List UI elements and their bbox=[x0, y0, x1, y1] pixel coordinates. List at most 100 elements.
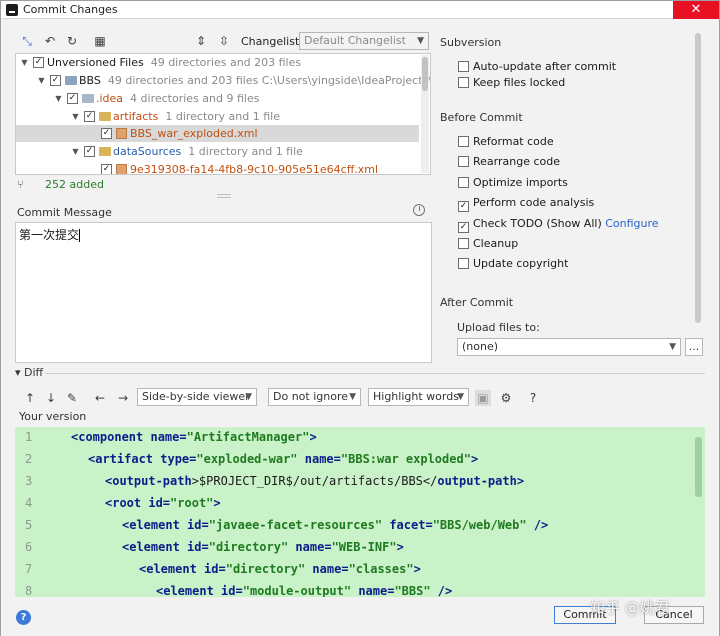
group-icon[interactable]: ▦ bbox=[92, 33, 108, 49]
collapse-all-icon[interactable]: ⇳ bbox=[216, 33, 232, 49]
checkbox[interactable]: ✓ bbox=[458, 201, 469, 212]
line-number: 1 bbox=[25, 430, 33, 444]
option-auto-update[interactable]: Auto-update after commit bbox=[458, 59, 616, 75]
option-label: Auto-update after commit bbox=[473, 60, 617, 73]
branch-icon: ⑂ bbox=[17, 178, 24, 191]
tree-row-meta: 4 directories and 9 files bbox=[130, 92, 260, 105]
tree-row-label: .idea bbox=[96, 92, 124, 105]
close-icon[interactable]: ✕ bbox=[673, 1, 719, 19]
option-update-copyright[interactable]: Update copyright bbox=[458, 256, 568, 272]
arrow-right-icon[interactable]: → bbox=[115, 390, 131, 406]
diff-section-header[interactable]: ▾ Diff bbox=[15, 366, 43, 379]
tree-row-idea[interactable]: ▼ ✓ .idea 4 directories and 9 files bbox=[16, 90, 419, 107]
tree-row-bbs[interactable]: ▼ ✓ BBS 49 directories and 203 files C:\… bbox=[16, 72, 430, 89]
history-icon[interactable] bbox=[413, 204, 425, 216]
watermark: 知乎 @姚君 bbox=[590, 599, 670, 617]
expand-icon[interactable]: ▼ bbox=[71, 143, 80, 160]
refresh-icon[interactable]: ↻ bbox=[64, 33, 80, 49]
expand-all-icon[interactable]: ⇕ bbox=[193, 33, 209, 49]
arrow-down-icon[interactable]: ↓ bbox=[43, 390, 59, 406]
xml-file-icon bbox=[116, 128, 127, 139]
option-rearrange-code[interactable]: Rearrange code bbox=[458, 154, 560, 170]
checkbox[interactable] bbox=[458, 258, 469, 269]
checkbox[interactable] bbox=[458, 156, 469, 167]
tree-checkbox[interactable]: ✓ bbox=[84, 111, 95, 122]
move-icon[interactable]: ⤡ bbox=[19, 33, 35, 49]
help-icon[interactable]: ? bbox=[525, 390, 541, 406]
scroll-thumb[interactable] bbox=[422, 57, 428, 91]
upload-target-select[interactable]: (none) ▼ bbox=[457, 338, 681, 356]
tree-row-datasources[interactable]: ▼ ✓ dataSources 1 directory and 1 file bbox=[16, 143, 419, 160]
tree-row-label: BBS_war_exploded.xml bbox=[130, 127, 258, 140]
tree-row-datasource-xml[interactable]: ✓ 9e319308-fa14-4fb8-9c10-905e51e64cff.x… bbox=[16, 161, 419, 175]
expand-icon[interactable]: ▼ bbox=[54, 90, 63, 107]
option-optimize-imports[interactable]: Optimize imports bbox=[458, 175, 568, 191]
option-perform-code-analysis[interactable]: ✓ Perform code analysis bbox=[458, 195, 594, 212]
commit-message-input[interactable]: 第一次提交 bbox=[15, 222, 432, 363]
scroll-thumb[interactable] bbox=[695, 437, 702, 497]
line-number: 5 bbox=[25, 518, 33, 532]
highlight-select[interactable]: Highlight words ▼ bbox=[368, 388, 469, 406]
checkbox[interactable] bbox=[458, 136, 469, 147]
expand-icon[interactable]: ▼ bbox=[20, 54, 29, 71]
edit-icon[interactable]: ✎ bbox=[64, 390, 80, 406]
changes-tree[interactable]: ▼ ✓ Unversioned Files 49 directories and… bbox=[15, 53, 431, 175]
checkbox[interactable] bbox=[458, 238, 469, 249]
undo-icon[interactable]: ↶ bbox=[42, 33, 58, 49]
code-line: <element id="javaee-facet-resources" fac… bbox=[122, 518, 549, 532]
expand-icon[interactable]: ▼ bbox=[37, 72, 46, 89]
chevron-down-icon: ▼ bbox=[669, 342, 676, 352]
line-number: 7 bbox=[25, 562, 33, 576]
expand-icon[interactable]: ▼ bbox=[71, 108, 80, 125]
arrow-left-icon[interactable]: ← bbox=[92, 390, 108, 406]
ignore-select[interactable]: Do not ignore ▼ bbox=[268, 388, 361, 406]
diff-editor[interactable]: 1 2 3 4 5 6 7 8 <component name="Artifac… bbox=[15, 427, 705, 597]
code-line: <component name="ArtifactManager"> bbox=[71, 430, 317, 444]
your-version-label: Your version bbox=[19, 410, 87, 423]
commit-changes-window: Commit Changes ✕ ⤡ ↶ ↻ ▦ ⇕ ⇳ Changelist:… bbox=[0, 0, 720, 636]
option-check-todo[interactable]: ✓ Check TODO (Show All) Configure bbox=[458, 216, 659, 233]
gear-icon[interactable]: ⚙ bbox=[498, 390, 514, 406]
checkbox[interactable]: ✓ bbox=[458, 222, 469, 233]
upload-files-label: Upload files to: bbox=[457, 321, 540, 334]
tree-row-label: Unversioned Files bbox=[47, 56, 144, 69]
help-button[interactable]: ? bbox=[16, 610, 31, 625]
options-scrollbar[interactable] bbox=[694, 33, 703, 363]
tree-row-label: BBS bbox=[79, 74, 101, 87]
tree-checkbox[interactable]: ✓ bbox=[33, 57, 44, 68]
lock-icon[interactable]: ▣ bbox=[475, 390, 491, 406]
tree-checkbox[interactable]: ✓ bbox=[84, 146, 95, 157]
checkbox[interactable] bbox=[458, 61, 469, 72]
option-keep-locked[interactable]: Keep files locked bbox=[458, 75, 565, 91]
arrow-up-icon[interactable]: ↑ bbox=[22, 390, 38, 406]
commit-message-label: Commit Message bbox=[17, 206, 112, 219]
tree-checkbox[interactable]: ✓ bbox=[101, 164, 112, 174]
scroll-thumb[interactable] bbox=[695, 33, 701, 323]
after-commit-section-title: After Commit bbox=[440, 296, 514, 309]
tree-row-meta: 49 directories and 203 files bbox=[150, 56, 302, 69]
changelist-select[interactable]: Default Changelist ▼ bbox=[299, 32, 429, 50]
tree-row-label: 9e319308-fa14-4fb8-9c10-905e51e64cff.xml bbox=[130, 163, 379, 175]
tree-row-bbs-war-exploded[interactable]: ✓ BBS_war_exploded.xml bbox=[16, 125, 419, 142]
tree-checkbox[interactable]: ✓ bbox=[50, 75, 61, 86]
viewer-select[interactable]: Side-by-side viewer ▼ bbox=[137, 388, 257, 406]
checkbox[interactable] bbox=[458, 77, 469, 88]
tree-checkbox[interactable]: ✓ bbox=[101, 128, 112, 139]
editor-scrollbar[interactable] bbox=[695, 437, 703, 587]
tree-checkbox[interactable]: ✓ bbox=[67, 93, 78, 104]
tree-row-artifacts[interactable]: ▼ ✓ artifacts 1 directory and 1 file bbox=[16, 108, 419, 125]
checkbox[interactable] bbox=[458, 177, 469, 188]
tree-row-meta: 1 directory and 1 file bbox=[188, 145, 303, 158]
code-line: <artifact type="exploded-war" name="BBS:… bbox=[88, 452, 479, 466]
tree-row-unversioned[interactable]: ▼ ✓ Unversioned Files 49 directories and… bbox=[16, 54, 419, 71]
chevron-down-icon: ▼ bbox=[457, 392, 464, 402]
option-reformat-code[interactable]: Reformat code bbox=[458, 134, 554, 150]
tree-row-label: artifacts bbox=[113, 110, 159, 123]
option-cleanup[interactable]: Cleanup bbox=[458, 236, 518, 252]
option-label: Cleanup bbox=[473, 237, 519, 250]
configure-link[interactable]: Configure bbox=[605, 217, 658, 230]
splitter-handle[interactable] bbox=[217, 194, 231, 198]
tree-scrollbar[interactable] bbox=[421, 55, 429, 173]
expand-icon: ▾ bbox=[15, 366, 25, 379]
option-label: Optimize imports bbox=[473, 176, 568, 189]
